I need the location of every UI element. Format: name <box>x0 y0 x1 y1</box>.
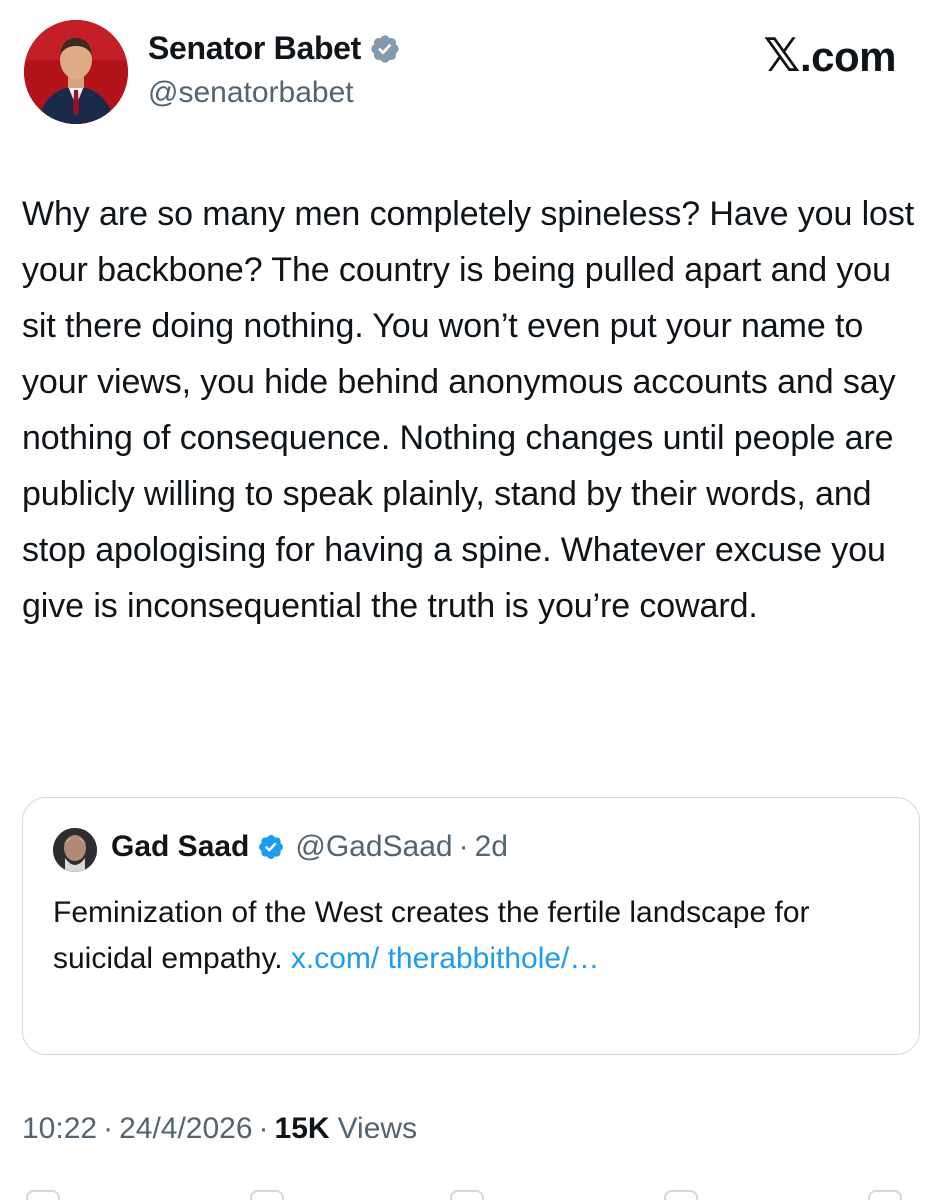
quote-link[interactable]: x.com/ therabbithole/… <box>291 942 599 975</box>
author-avatar[interactable] <box>24 20 128 124</box>
quoted-tweet-card[interactable]: Gad Saad @GadSaad · 2d Feminization of t… <box>22 797 920 1055</box>
quote-author-avatar[interactable] <box>53 828 97 872</box>
tweet-text: Why are so many men completely spineless… <box>22 195 915 625</box>
quote-separator: · <box>458 830 469 863</box>
share-icon[interactable] <box>868 1190 902 1200</box>
tweet-meta: 10:22 · 24/4/2026 · 15K Views <box>22 1112 417 1146</box>
x-logo-icon: 𝕏 <box>763 29 800 81</box>
repost-icon[interactable] <box>250 1190 284 1200</box>
quote-text: Feminization of the West creates the fer… <box>53 890 893 982</box>
x-brand-logo: 𝕏.com <box>763 28 896 82</box>
like-icon[interactable] <box>450 1190 484 1200</box>
author-display-name[interactable]: Senator Babet <box>148 30 361 67</box>
brand-domain: .com <box>799 33 897 80</box>
author-handle[interactable]: @senatorbabet <box>148 76 354 110</box>
quote-display-name[interactable]: Gad Saad <box>111 830 249 864</box>
verified-badge-icon <box>371 34 399 63</box>
views-label: Views <box>337 1112 418 1145</box>
tweet-header: Senator Babet @senatorbabet 𝕏.com <box>0 0 942 140</box>
action-bar <box>0 1190 942 1200</box>
views-count: 15K <box>274 1112 330 1145</box>
meta-separator: · <box>258 1112 269 1145</box>
reply-icon[interactable] <box>26 1190 60 1200</box>
tweet-time[interactable]: 10:22 <box>22 1112 97 1146</box>
meta-separator: · <box>103 1112 114 1145</box>
tweet-date[interactable]: 24/4/2026 <box>119 1112 252 1146</box>
author-name-row: Senator Babet <box>148 30 401 67</box>
verified-badge-icon <box>259 835 284 859</box>
quote-header: Gad Saad @GadSaad · 2d <box>111 830 508 864</box>
bookmark-icon[interactable] <box>664 1190 698 1200</box>
quote-handle[interactable]: @GadSaad <box>295 830 452 864</box>
quote-timestamp[interactable]: 2d <box>475 830 508 864</box>
